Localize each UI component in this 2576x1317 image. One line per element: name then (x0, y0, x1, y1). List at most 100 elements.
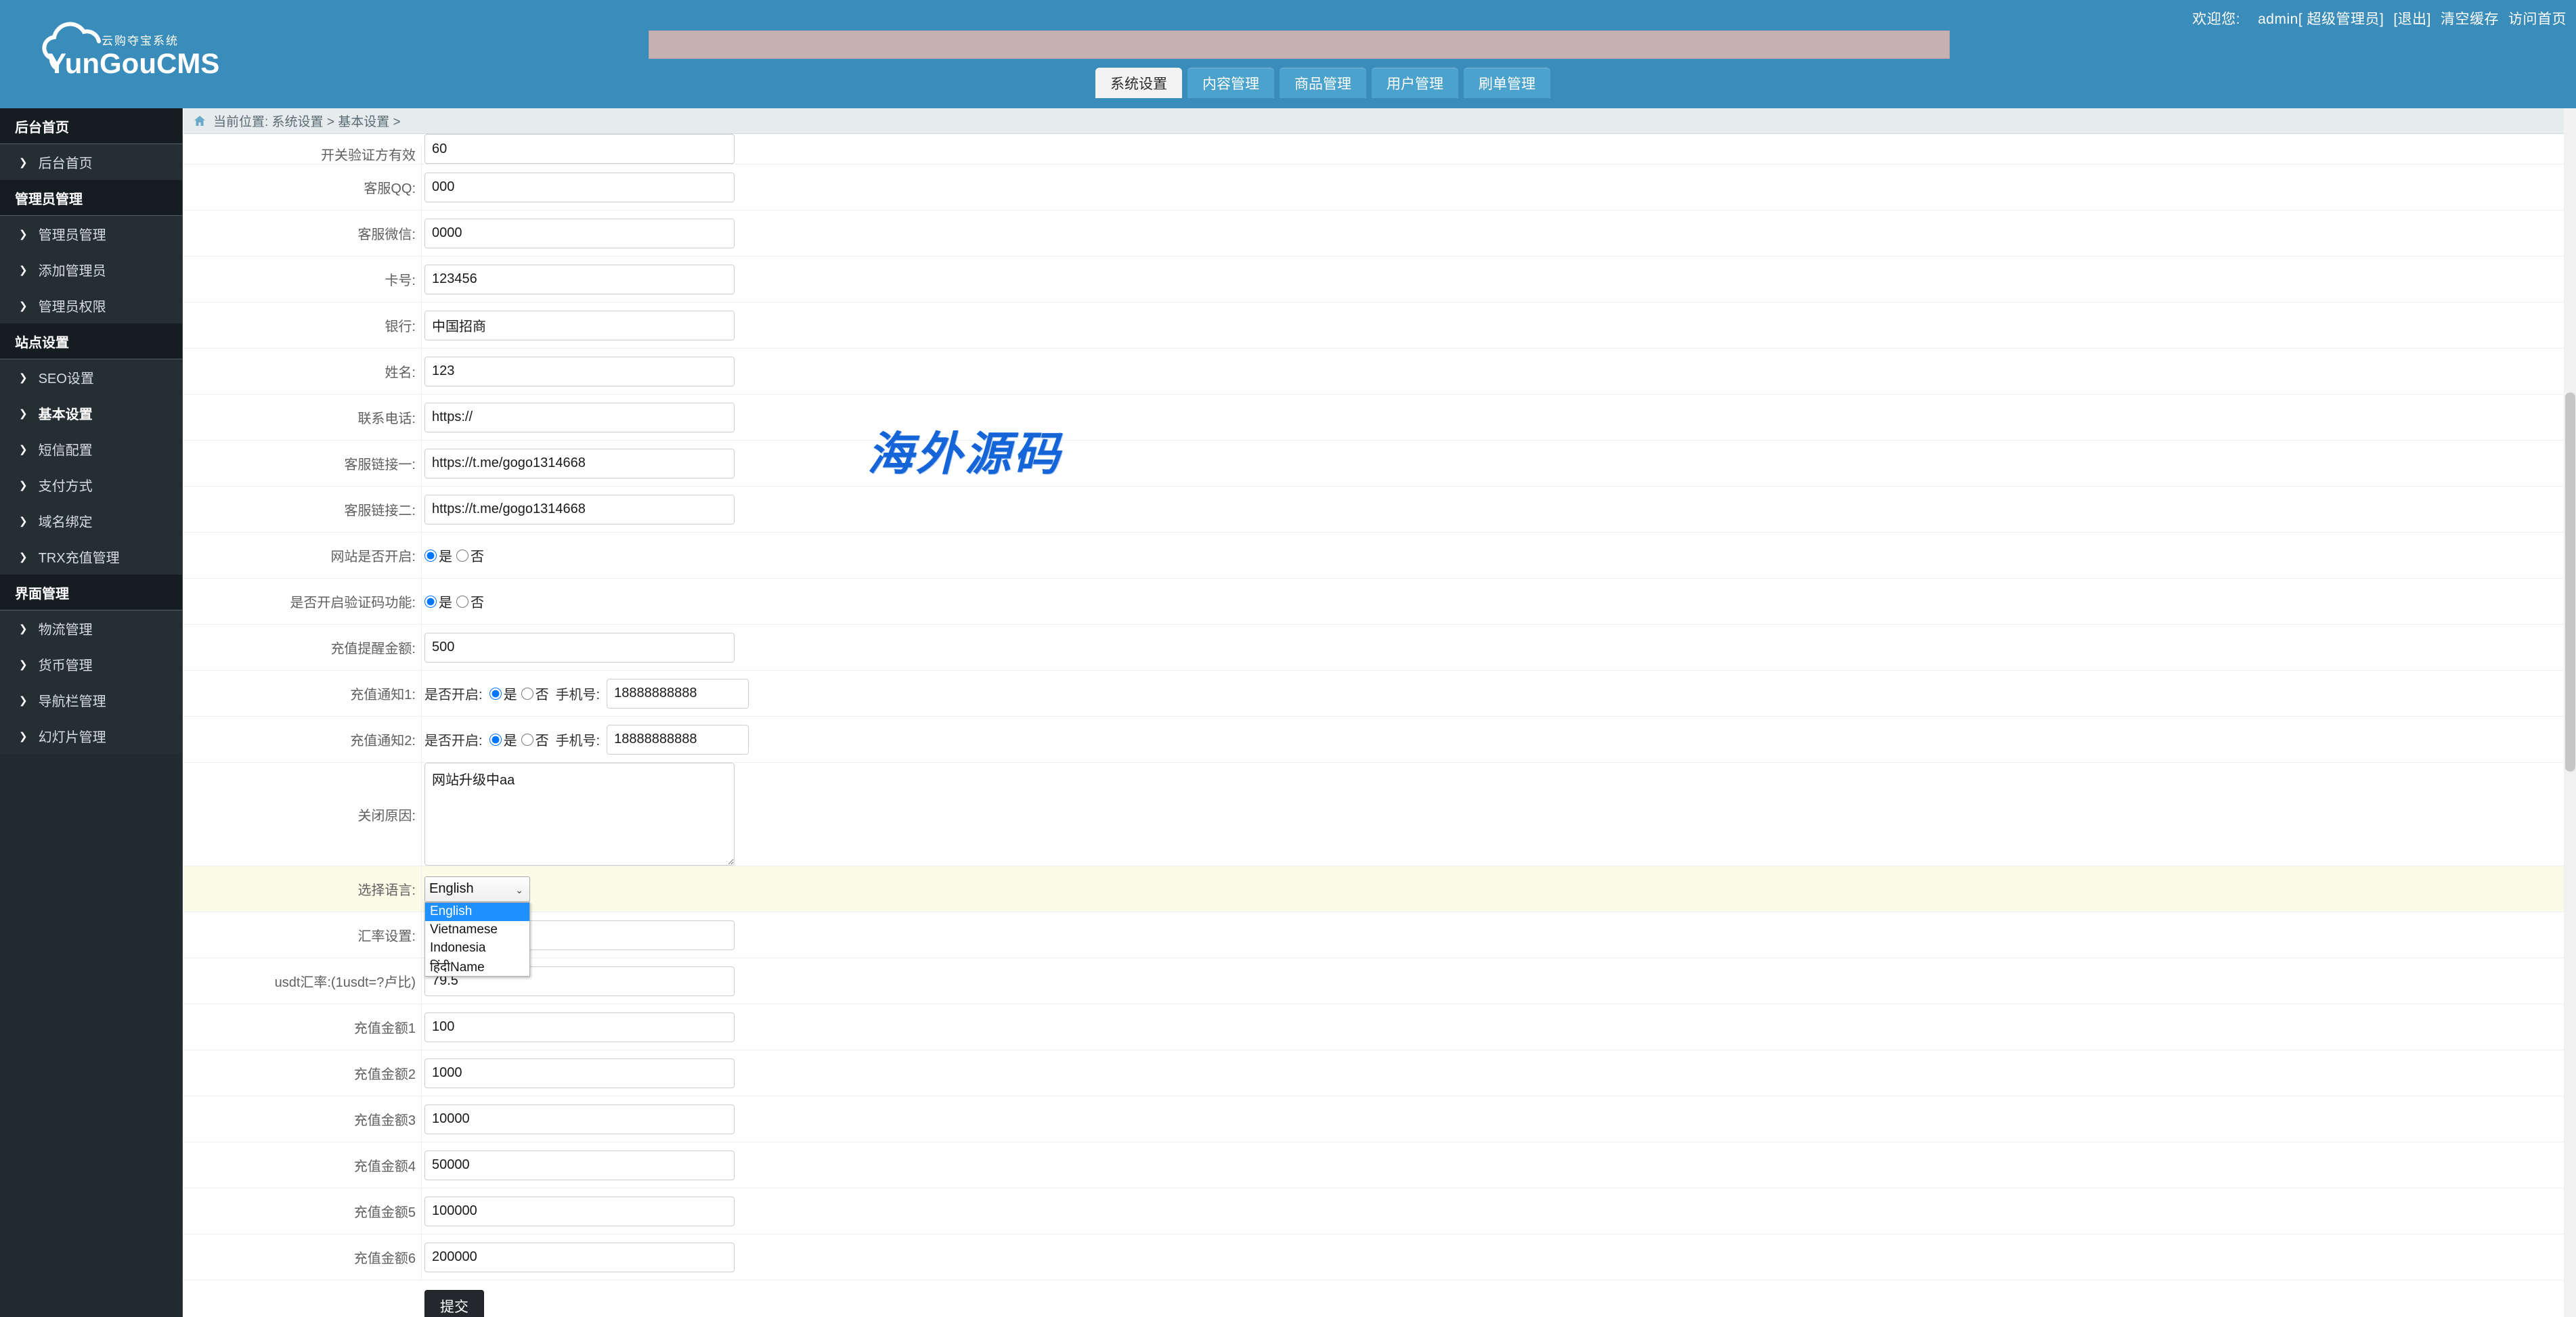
select-option-language-3[interactable]: हिंदीName (425, 958, 529, 976)
form-row-amount3: 充值金额3 (183, 1096, 2576, 1142)
sidebar-item-1-2[interactable]: ❯ 管理员权限 (0, 288, 182, 323)
select-option-language-0[interactable]: English (425, 903, 529, 921)
sidebar-item-2-5[interactable]: ❯TRX充值管理 (0, 539, 182, 575)
form-row-notify2: 充值通知2:是否开启:是否手机号: (183, 717, 2576, 763)
input-amount6[interactable] (424, 1243, 735, 1272)
field-control-rate_setting (422, 912, 2576, 958)
form-row-close_reason: 关闭原因:网站升级中aa (183, 763, 2576, 866)
nav-tab-4[interactable]: 刷单管理 (1464, 68, 1550, 98)
nav-tab-3[interactable]: 用户管理 (1372, 68, 1458, 98)
select-language[interactable]: English (424, 876, 530, 902)
input-phone[interactable] (424, 403, 735, 432)
radio-input-captcha_open-1[interactable] (456, 596, 468, 608)
radio-option-site_open-0[interactable]: 是 (424, 545, 452, 565)
submit-button[interactable]: 提交 (424, 1290, 484, 1317)
sidebar-item-1-0[interactable]: ❯管理员管理 (0, 216, 182, 252)
logout-link[interactable]: [退出] (2393, 12, 2431, 27)
visit-home-link[interactable]: 访问首页 (2508, 12, 2567, 27)
sidebar-item-label: 管理员权限 (39, 296, 106, 315)
field-control-usdt_rate (422, 958, 2576, 1004)
field-control-card_no (422, 256, 2576, 302)
field-control-kefu_qq (422, 164, 2576, 210)
input-kefu_link2[interactable] (424, 495, 735, 524)
input-recharge_remind[interactable] (424, 633, 735, 663)
home-icon (193, 114, 206, 128)
select-option-language-1[interactable]: Vietnamese (425, 921, 529, 939)
app-header: YunGouCMS 云购夺宝系统 欢迎您:admin[ 超级管理员][退出]清空… (0, 0, 2576, 108)
input-amount2[interactable] (424, 1058, 735, 1088)
sidebar-item-1-1[interactable]: ❯添加管理员 (0, 252, 182, 288)
input-amount4[interactable] (424, 1151, 735, 1180)
sidebar-item-label: 导航栏管理 (39, 690, 106, 710)
sidebar-item-2-4[interactable]: ❯域名绑定 (0, 503, 182, 539)
form-row-amount2: 充值金额2 (183, 1050, 2576, 1096)
radio-option-captcha_open-1[interactable]: 否 (456, 591, 484, 611)
field-label-amount6: 充值金额6 (183, 1234, 422, 1280)
radio-option-captcha_open-0[interactable]: 是 (424, 591, 452, 611)
chevron-right-icon: ❯ (19, 300, 28, 312)
form-row-amount1: 充值金额1 (183, 1004, 2576, 1050)
input-name[interactable] (424, 357, 735, 386)
field-control-bank (422, 303, 2576, 348)
field-label-amount5: 充值金额5 (183, 1188, 422, 1234)
field-label-kefu_link2: 客服链接二: (183, 487, 422, 532)
phone-input-notify1[interactable] (607, 679, 749, 709)
sidebar-item-2-2[interactable]: ❯短信配置 (0, 431, 182, 467)
sidebar-group-0: 后台首页 (0, 108, 182, 144)
radio-input-site_open-0[interactable] (424, 550, 437, 562)
logo[interactable]: YunGouCMS 云购夺宝系统 (27, 16, 223, 91)
sidebar-item-2-3[interactable]: ❯支付方式 (0, 467, 182, 503)
clear-cache-link[interactable]: 清空缓存 (2441, 12, 2499, 27)
input-kefu_link1[interactable] (424, 449, 735, 478)
yungoucms-logo-icon: YunGouCMS 云购夺宝系统 (27, 16, 223, 91)
nav-tab-0[interactable]: 系统设置 (1095, 68, 1182, 98)
radio-input-notify1-1[interactable] (521, 688, 533, 700)
field-label-notify1: 充值通知1: (183, 671, 422, 716)
nav-tab-2[interactable]: 商品管理 (1280, 68, 1366, 98)
sidebar-item-label: 支付方式 (39, 475, 93, 495)
sidebar-item-3-3[interactable]: ❯幻灯片管理 (0, 718, 182, 754)
input-amount3[interactable] (424, 1104, 735, 1134)
input-bank[interactable] (424, 311, 735, 340)
account-name: admin[ 超级管理员] (2258, 12, 2384, 27)
sidebar-item-3-1[interactable]: ❯货币管理 (0, 646, 182, 682)
textarea-close_reason[interactable]: 网站升级中aa (424, 763, 735, 866)
radio-option-notify1-0[interactable]: 是 (489, 684, 517, 703)
sidebar-item-label: 物流管理 (39, 619, 93, 638)
input-clipped[interactable] (424, 134, 735, 164)
radio-input-captcha_open-0[interactable] (424, 596, 437, 608)
field-control-clipped (422, 134, 2576, 164)
nav-tab-1[interactable]: 内容管理 (1187, 68, 1274, 98)
breadcrumb: 当前位置: 系统设置 > 基本设置 > (183, 108, 2576, 134)
input-kefu_qq[interactable] (424, 173, 735, 202)
sidebar: 后台首页❯后台首页管理员管理❯管理员管理❯添加管理员❯管理员权限站点设置❯SEO… (0, 108, 183, 1317)
phone-input-notify2[interactable] (607, 725, 749, 755)
radio-option-notify2-1[interactable]: 否 (521, 730, 549, 749)
form-row-site_open: 网站是否开启:是否 (183, 533, 2576, 579)
sidebar-item-label: 短信配置 (39, 439, 93, 459)
radio-option-site_open-1[interactable]: 否 (456, 545, 484, 565)
sidebar-item-2-0[interactable]: ❯SEO设置 (0, 359, 182, 395)
sidebar-item-label: 货币管理 (39, 654, 93, 674)
sidebar-item-3-0[interactable]: ❯物流管理 (0, 610, 182, 646)
input-kefu_wechat[interactable] (424, 219, 735, 248)
form-row-amount5: 充值金额5 (183, 1188, 2576, 1234)
page-scrollbar-track[interactable] (2564, 108, 2576, 1317)
header-banner (649, 30, 1950, 59)
sidebar-item-0-0[interactable]: ❯后台首页 (0, 144, 182, 180)
select-option-language-2[interactable]: Indonesia (425, 939, 529, 958)
radio-option-notify1-1[interactable]: 否 (521, 684, 549, 703)
sidebar-item-2-1[interactable]: ❯基本设置 (0, 395, 182, 431)
form-row-captcha_open: 是否开启验证码功能:是否 (183, 579, 2576, 625)
radio-input-notify2-0[interactable] (489, 734, 502, 746)
radio-input-notify1-0[interactable] (489, 688, 502, 700)
radio-input-notify2-1[interactable] (521, 734, 533, 746)
input-amount5[interactable] (424, 1197, 735, 1226)
radio-option-notify2-0[interactable]: 是 (489, 730, 517, 749)
radio-input-site_open-1[interactable] (456, 550, 468, 562)
page-scrollbar-thumb[interactable] (2565, 393, 2575, 772)
sidebar-item-3-2[interactable]: ❯导航栏管理 (0, 682, 182, 718)
input-card_no[interactable] (424, 265, 735, 294)
field-control-close_reason: 网站升级中aa (422, 763, 2576, 866)
input-amount1[interactable] (424, 1012, 735, 1042)
